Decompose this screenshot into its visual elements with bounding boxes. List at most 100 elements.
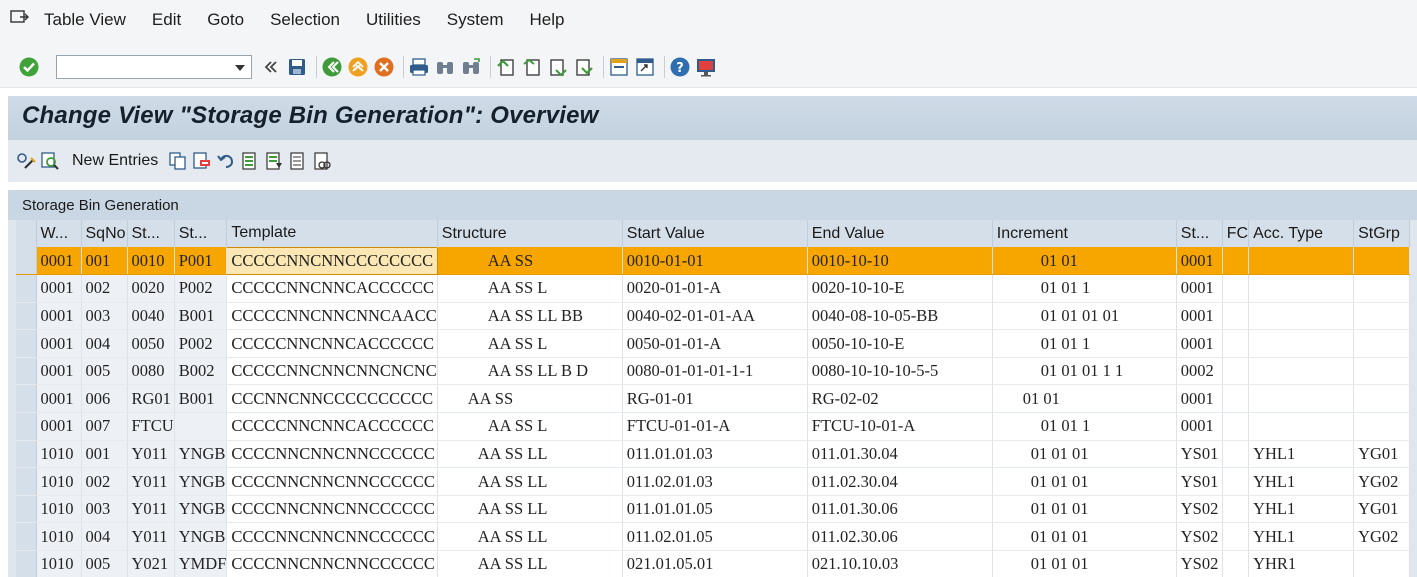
cell-template[interactable]: CCCCCNNCNNCNNCAACC (226, 302, 438, 331)
cell-increment[interactable]: 01 01 01 (992, 495, 1177, 524)
cell-fc[interactable] (1222, 329, 1250, 358)
menu-table-view[interactable]: Table View (44, 10, 126, 30)
new-session-icon[interactable] (608, 56, 630, 78)
cell-start-value[interactable]: 0040-02-01-01-AA (622, 302, 808, 331)
cell-stgrp[interactable] (1353, 274, 1411, 303)
cell-structure[interactable]: AA SS LL (437, 467, 623, 496)
cell-structure[interactable]: AA SS LL B D (437, 357, 623, 386)
cell-acc-type[interactable]: YHL1 (1248, 522, 1355, 552)
row-selector[interactable] (16, 440, 37, 469)
cell-increment[interactable]: 01 01 1 (992, 329, 1177, 358)
shortcut-icon[interactable] (634, 56, 656, 78)
cell-start-value[interactable]: 0080-01-01-01-1-1 (622, 357, 808, 386)
cell-end-value[interactable]: 0040-08-10-05-BB (807, 302, 993, 331)
cell-fc[interactable] (1222, 522, 1250, 552)
select-all-icon[interactable] (240, 151, 260, 171)
select-block-icon[interactable] (264, 151, 284, 171)
cell-template[interactable]: CCCCCNNCNNCACCCCCC (226, 412, 438, 441)
command-field[interactable] (56, 54, 252, 79)
cell-acc-type[interactable]: YHL1 (1248, 467, 1355, 496)
menu-selection[interactable]: Selection (270, 10, 340, 30)
column-header[interactable]: St... (174, 220, 228, 247)
cell-start-value[interactable]: 011.01.01.05 (622, 495, 808, 524)
check-icon[interactable] (18, 56, 40, 78)
column-header[interactable]: Acc. Type (1248, 220, 1355, 247)
cell-structure[interactable]: AA SS LL (437, 550, 623, 577)
menu-system[interactable]: System (447, 10, 504, 30)
table-row[interactable]: 0001 007 FTCU CCCCCNNCNNCACCCCCC AA SS L… (16, 412, 1411, 441)
cell-stgrp[interactable] (1353, 302, 1411, 331)
cell-acc-type[interactable] (1248, 329, 1355, 358)
cell-increment[interactable]: 01 01 01 1 1 (992, 357, 1177, 386)
first-page-icon[interactable] (495, 56, 517, 78)
back-icon[interactable] (321, 56, 343, 78)
cell-structure[interactable]: AA SS LL (437, 440, 623, 469)
column-header[interactable]: FC (1222, 220, 1250, 247)
cell-end-value[interactable]: 0010-10-10 (807, 247, 993, 276)
cell-start-value[interactable]: 011.02.01.05 (622, 522, 808, 552)
double-chevron-left-icon[interactable] (260, 56, 282, 78)
copy-as-icon[interactable] (168, 151, 188, 171)
cell-bin-type[interactable]: 0001 (1176, 247, 1223, 276)
cell-start-value[interactable]: RG-01-01 (622, 384, 808, 414)
row-selector[interactable] (16, 357, 37, 386)
row-selector[interactable] (16, 550, 37, 577)
cell-start-value[interactable]: 0050-01-01-A (622, 329, 808, 358)
cell-increment[interactable]: 01 01 (992, 247, 1177, 276)
cell-acc-type[interactable]: YHR1 (1248, 550, 1355, 577)
find-icon[interactable] (434, 56, 456, 78)
deselect-all-icon[interactable] (288, 151, 308, 171)
cell-template[interactable]: CCCCNNCNNCNNCCCCCC (226, 550, 438, 577)
cell-template[interactable]: CCCCNNCNNCNNCCCCCC (226, 495, 438, 524)
column-header[interactable]: StGrp (1353, 220, 1411, 247)
cell-acc-type[interactable] (1248, 412, 1355, 441)
row-selector[interactable] (16, 384, 37, 414)
delete-icon[interactable] (192, 151, 212, 171)
cell-increment[interactable]: 01 01 01 (992, 440, 1177, 469)
cell-structure[interactable]: AA SS (437, 384, 623, 414)
cell-bin-type[interactable]: YS01 (1176, 467, 1223, 496)
row-selector[interactable] (16, 412, 37, 441)
cell-fc[interactable] (1222, 302, 1250, 331)
cell-structure[interactable]: AA SS LL (437, 522, 623, 552)
cell-template[interactable]: CCCCNNCNNCNNCCCCCC (226, 522, 438, 552)
cell-stgrp[interactable]: YG01 (1353, 440, 1411, 469)
cell-stgrp[interactable] (1353, 329, 1411, 358)
find-next-icon[interactable] (460, 56, 482, 78)
cell-increment[interactable]: 01 01 01 (992, 467, 1177, 496)
cell-start-value[interactable]: FTCU-01-01-A (622, 412, 808, 441)
customize-layout-icon[interactable] (695, 56, 717, 78)
cell-increment[interactable]: 01 01 1 (992, 274, 1177, 303)
cell-structure[interactable]: AA SS L (437, 274, 623, 303)
row-selector[interactable] (16, 247, 37, 276)
cell-increment[interactable]: 01 01 (992, 384, 1177, 414)
cell-acc-type[interactable] (1248, 357, 1355, 386)
cell-bin-type[interactable]: 0002 (1176, 357, 1223, 386)
cell-fc[interactable] (1222, 247, 1250, 276)
cell-template[interactable]: CCCCCNNCNNCACCCCCC (226, 329, 438, 358)
cell-structure[interactable]: AA SS L (437, 329, 623, 358)
cell-bin-type[interactable]: 0001 (1176, 384, 1223, 414)
table-row[interactable]: 0001 001 0010 P001 CCCCCNNCNNCCCCCCCC AA… (16, 246, 1411, 276)
cell-acc-type[interactable] (1248, 302, 1355, 331)
cell-bin-type[interactable]: 0001 (1176, 412, 1223, 441)
table-row[interactable]: 1010 003 Y011 YNGB CCCCNNCNNCNNCCCCCC AA… (16, 495, 1411, 524)
cell-fc[interactable] (1222, 412, 1250, 441)
cell-end-value[interactable]: RG-02-02 (807, 384, 993, 414)
cell-stgrp[interactable] (1353, 412, 1411, 441)
row-selector[interactable] (16, 522, 37, 552)
cell-fc[interactable] (1222, 384, 1250, 414)
column-header[interactable]: W... (36, 220, 82, 247)
table-row[interactable]: 0001 006 RG01 B001 CCCNNCNNCCCCCCCCCC AA… (16, 384, 1411, 414)
cell-bin-type[interactable]: YS01 (1176, 440, 1223, 469)
cell-template[interactable]: CCCCCNNCNNCACCCCCC (226, 274, 438, 303)
cell-template[interactable]: CCCCNNCNNCNNCCCCCC (226, 440, 438, 469)
next-page-icon[interactable] (547, 56, 569, 78)
cell-structure[interactable]: AA SS (437, 247, 623, 276)
cell-increment[interactable]: 01 01 01 (992, 522, 1177, 552)
cell-increment[interactable]: 01 01 01 01 (992, 302, 1177, 331)
menu-edit[interactable]: Edit (152, 10, 181, 30)
table-row[interactable]: 0001 005 0080 B002 CCCCCNNCNNCNNCNCNC AA… (16, 357, 1411, 386)
cell-end-value[interactable]: 011.01.30.04 (807, 440, 993, 469)
cell-stgrp[interactable]: YG02 (1353, 522, 1411, 552)
